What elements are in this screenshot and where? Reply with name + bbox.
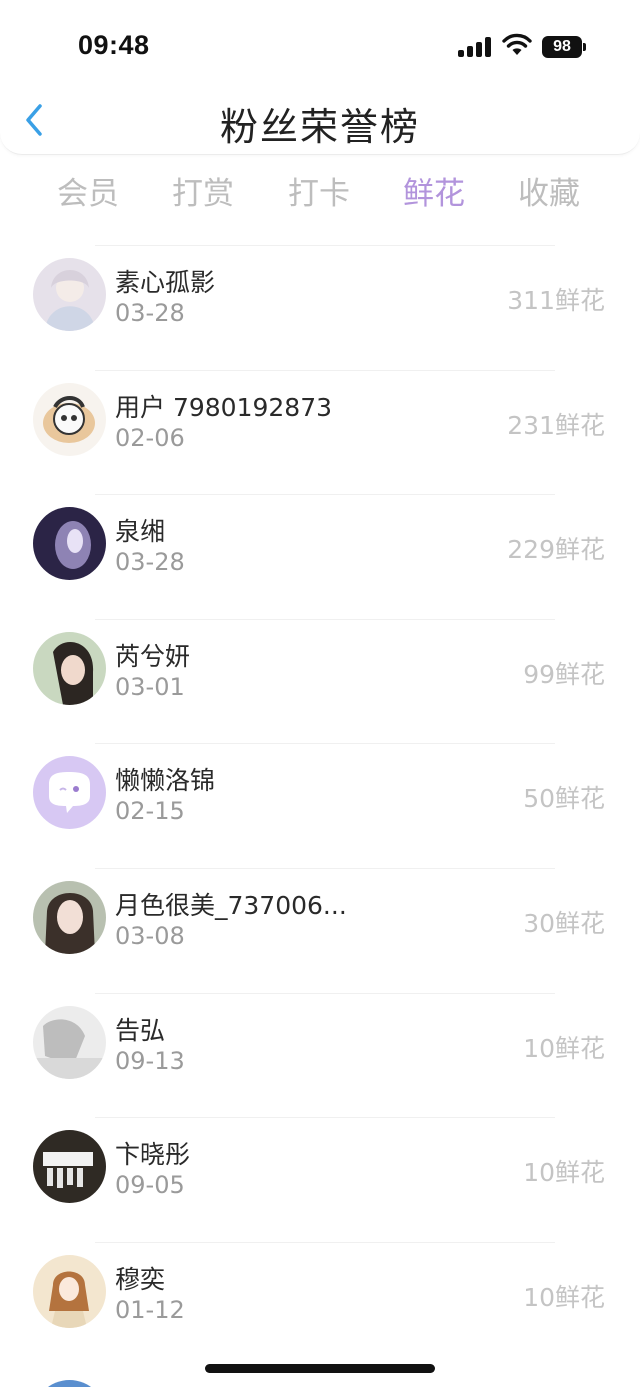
list-item[interactable]: 穆奕 01-12 10鲜花 [0,1241,640,1367]
fan-date: 09-13 [115,1046,185,1075]
flower-count: 231鲜花 [507,410,605,440]
avatar [33,1130,106,1204]
fan-date: 03-28 [115,299,185,327]
fan-name: 懒懒洛锦 [115,766,216,796]
list-item[interactable]: 泉缃 03-28 229鲜花 [0,494,640,619]
fan-name: 月色很美_737006... [115,890,347,920]
avatar [33,382,106,456]
flower-count: 50鲜花 [523,784,605,814]
fan-name: 告弘 [115,1015,166,1045]
cellular-signal-icon [458,37,492,57]
fan-date: 01-12 [115,1295,185,1324]
avatar [33,880,106,954]
list-item[interactable]: 告弘 09-13 10鲜花 [0,992,640,1118]
fan-name: 泉缃 [115,517,166,547]
fan-name: 芮兮妍 [115,641,191,671]
flower-count: 311鲜花 [507,286,605,315]
wifi-icon [502,33,532,57]
avatar [33,1005,106,1079]
status-time: 09:48 [78,30,150,60]
list-item[interactable]: 卞晓彤 09-05 10鲜花 [0,1117,640,1242]
avatar [33,631,106,705]
fan-list: 素心孤影 03-28 311鲜花 用户 7980192873 02-06 231… [0,245,640,1366]
avatar [33,1254,106,1328]
page-title: 粉丝荣誉榜 [219,105,420,149]
fan-date: 02-15 [115,797,185,826]
fan-date: 03-28 [115,548,185,577]
fan-name: 卞晓彤 [115,1140,191,1170]
list-item[interactable]: 用户 7980192873 02-06 231鲜花 [0,369,640,495]
avatar [33,258,106,331]
tab-favorites[interactable]: 收藏 [494,168,604,213]
fan-name: 用户 7980192873 [115,392,333,422]
list-item[interactable]: 懒懒洛锦 02-15 50鲜花 [0,743,640,868]
avatar [33,756,106,830]
list-item[interactable]: 芮兮妍 03-01 99鲜花 [0,618,640,744]
list-item[interactable]: 素心孤影 03-28 311鲜花 [0,245,640,370]
fan-name: 素心孤影 [115,268,216,297]
flower-count: 99鲜花 [523,659,605,689]
tab-bar: 会员 打赏 打卡 鲜花 收藏 [0,168,640,218]
page: 09:48 98 粉丝荣誉榜 会员 打赏 打卡 鲜花 收藏 素心孤影 03-28… [0,0,640,1387]
flower-count: 10鲜花 [523,1033,605,1063]
flower-count: 30鲜花 [523,908,605,938]
flower-count: 10鲜花 [523,1158,605,1188]
fan-name: 穆奕 [115,1264,166,1294]
flower-count: 229鲜花 [507,535,605,565]
tab-members[interactable]: 会员 [33,168,143,213]
battery-icon: 98 [542,36,586,58]
fan-date: 09-05 [115,1171,185,1200]
home-indicator [205,1364,435,1373]
fan-date: 02-06 [115,423,185,452]
tab-flowers[interactable]: 鲜花 [379,168,489,213]
flower-count: 10鲜花 [523,1282,605,1312]
avatar [33,1380,106,1387]
tab-checkin[interactable]: 打卡 [264,168,374,213]
avatar [33,507,106,581]
status-bar: 09:48 98 [0,0,640,90]
fan-date: 03-01 [115,672,185,701]
battery-level: 98 [542,36,582,58]
list-item[interactable]: 月色很美_737006... 03-08 30鲜花 [0,867,640,993]
tab-rewards[interactable]: 打赏 [148,168,258,213]
fan-date: 03-08 [115,921,185,950]
